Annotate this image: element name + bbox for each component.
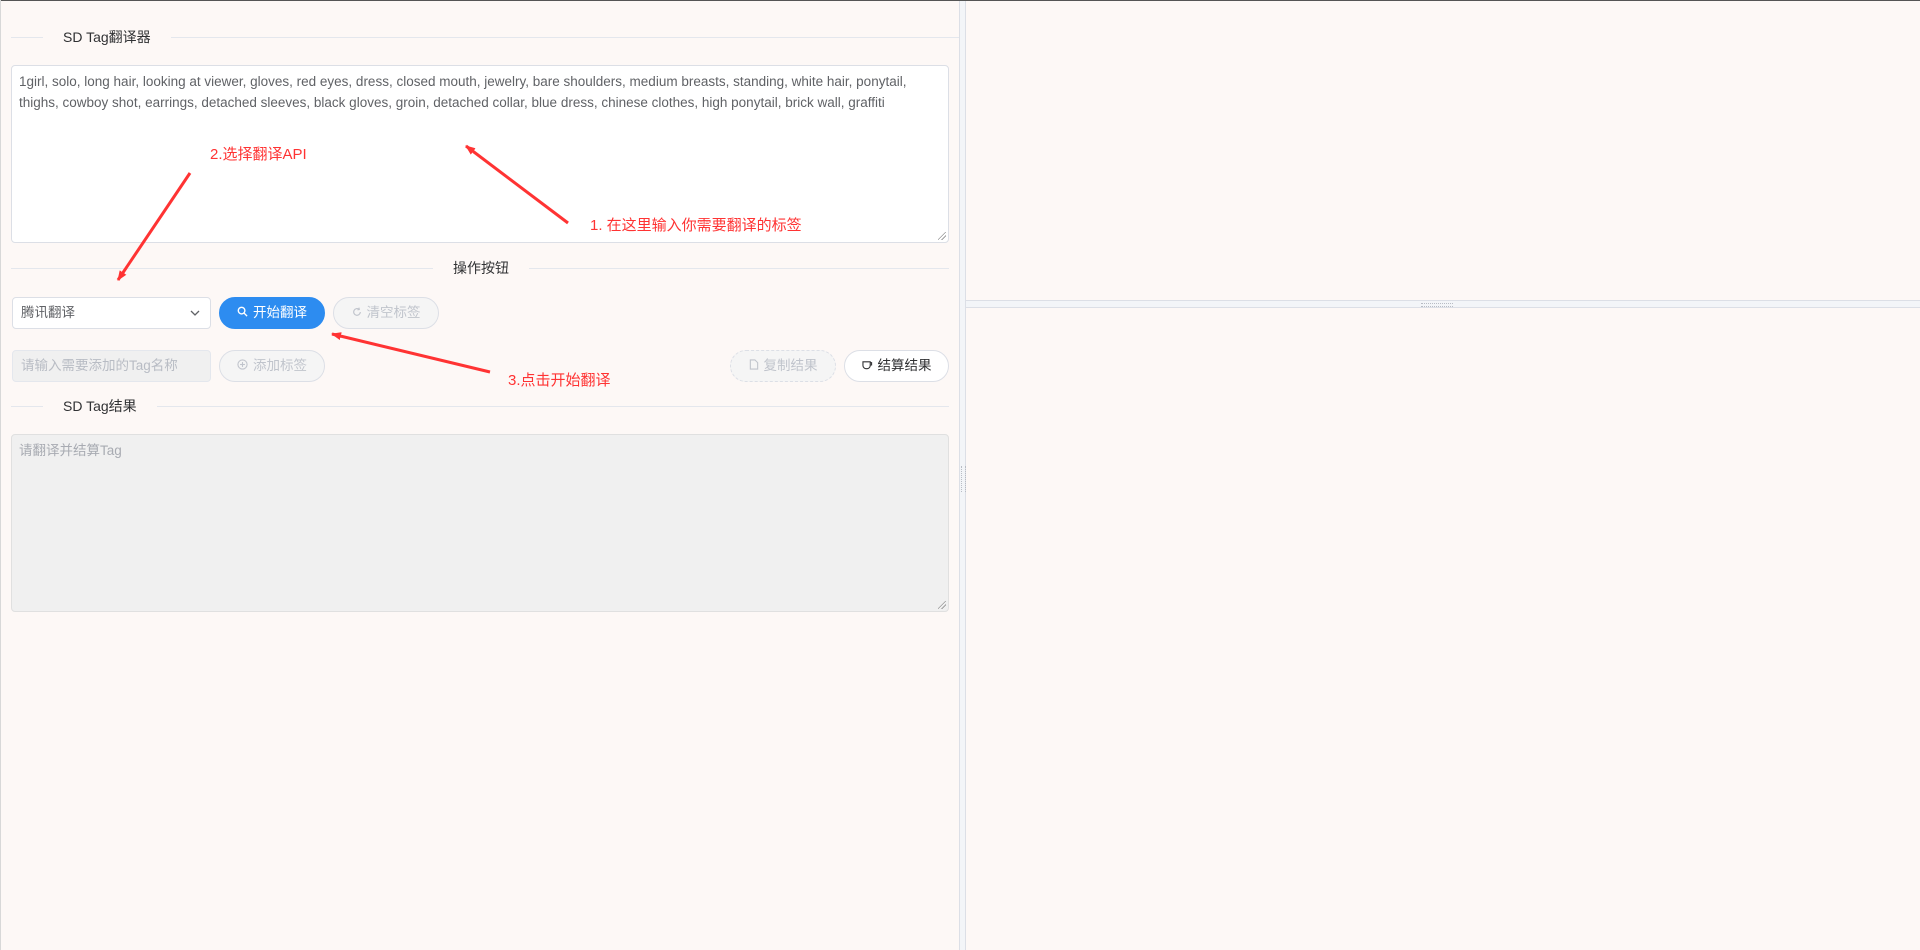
annotation-step1: 1. 在这里输入你需要翻译的标签 xyxy=(590,217,802,234)
arrow-step1 xyxy=(465,144,569,225)
annotation-step2: 2.选择翻译API xyxy=(210,146,307,163)
arrow-step3 xyxy=(331,332,491,374)
arrow-step2 xyxy=(116,172,192,281)
annotation-step3: 3.点击开始翻译 xyxy=(508,372,611,389)
